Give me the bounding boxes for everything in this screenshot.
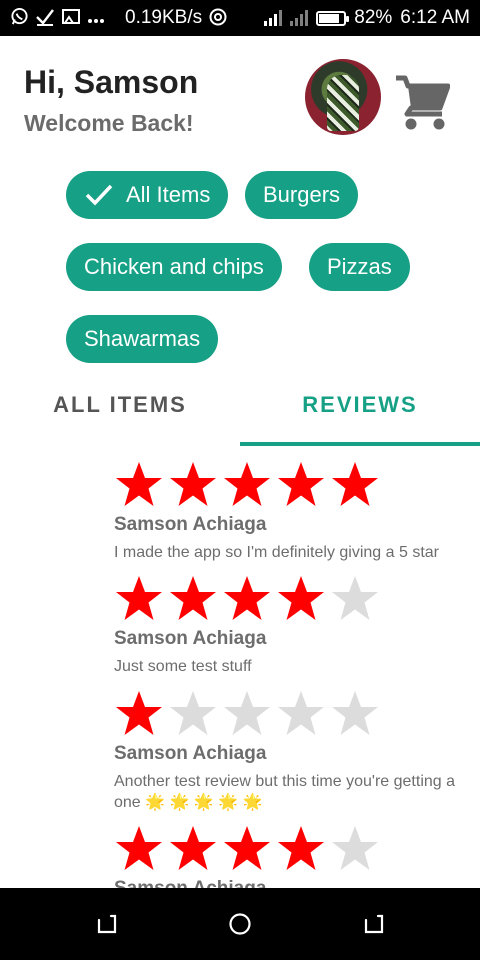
hotspot-icon	[208, 7, 228, 30]
star-filled-icon	[224, 826, 270, 870]
star-filled-icon	[224, 462, 270, 506]
star-filled-icon	[278, 826, 324, 870]
star-empty-icon	[278, 691, 324, 735]
chip-label: All Items	[126, 182, 211, 207]
chip-burgers[interactable]: Burgers	[245, 171, 359, 219]
chip-chicken-and-chips[interactable]: Chicken and chips	[66, 243, 282, 291]
reviewer-name: Samson Achiaga	[114, 514, 267, 535]
reviewer-name: Samson Achiaga	[114, 878, 474, 888]
chip-label: Pizzas	[327, 254, 392, 279]
star-filled-icon	[116, 691, 162, 735]
signal-icon-2	[290, 10, 309, 26]
review-item: Samson Achiaga Another test review but t…	[114, 689, 474, 813]
whatsapp-icon	[10, 7, 29, 29]
star-filled-icon	[170, 576, 216, 620]
review-text: Another test review but this time you're…	[114, 773, 456, 811]
star-empty-icon	[332, 826, 378, 870]
star-filled-icon	[170, 462, 216, 506]
status-left-icons: 0.19KB/s	[10, 7, 228, 30]
home-icon[interactable]	[228, 912, 252, 936]
cast-icon	[61, 8, 81, 29]
rating-stars	[114, 689, 474, 739]
clock: 6:12 AM	[400, 7, 470, 28]
star-filled-icon	[116, 826, 162, 870]
check-icon	[84, 183, 114, 207]
status-right-icons: 82% 6:12 AM	[264, 7, 470, 29]
star-empty-icon	[170, 691, 216, 735]
star-filled-icon	[278, 576, 324, 620]
star-empty-icon	[224, 691, 270, 735]
chip-label: Shawarmas	[84, 326, 201, 351]
battery-percent: 82%	[354, 7, 393, 28]
rating-stars	[114, 824, 474, 874]
rating-stars	[114, 460, 474, 510]
review-text: I made the app so I'm definitely giving …	[114, 544, 440, 561]
back-icon[interactable]	[362, 912, 386, 936]
star-empty-icon	[332, 576, 378, 620]
review-item: Samson Achiaga Just some test stuff	[114, 574, 474, 677]
battery-icon	[316, 10, 350, 26]
recent-apps-icon[interactable]	[95, 912, 119, 936]
star-filled-icon	[116, 462, 162, 506]
reviewer-name: Samson Achiaga	[114, 743, 267, 764]
shopping-cart-icon[interactable]	[394, 74, 451, 132]
navigation-bar	[0, 888, 480, 960]
tab-all-items[interactable]: ALL ITEMS	[0, 392, 240, 432]
chip-label: Chicken and chips	[84, 254, 264, 279]
check-icon	[35, 8, 55, 29]
star-filled-icon	[332, 462, 378, 506]
greeting-title: Hi, Samson	[24, 64, 199, 100]
review-item: Samson Achiaga I made the app so I'm def…	[114, 460, 474, 563]
network-speed: 0.19KB/s	[125, 7, 203, 28]
avatar[interactable]	[305, 59, 381, 135]
star-filled-icon	[278, 462, 324, 506]
star-empty-icon	[332, 691, 378, 735]
review-text: Just some test stuff	[114, 658, 252, 675]
chip-pizzas[interactable]: Pizzas	[309, 243, 410, 291]
more-dots-icon	[87, 9, 105, 27]
signal-icon	[264, 10, 283, 26]
chip-shawarmas[interactable]: Shawarmas	[66, 315, 219, 363]
star-filled-icon	[116, 576, 162, 620]
chip-all-items[interactable]: All Items	[66, 171, 229, 219]
star-filled-icon	[224, 576, 270, 620]
rating-stars	[114, 574, 474, 624]
chip-label: Burgers	[263, 182, 341, 207]
review-list[interactable]: Samson Achiaga I made the app so I'm def…	[0, 446, 480, 888]
tab-reviews[interactable]: REVIEWS	[240, 392, 480, 432]
star-filled-icon	[170, 826, 216, 870]
review-item: Samson Achiaga	[114, 824, 474, 888]
reviewer-name: Samson Achiaga	[114, 628, 267, 649]
welcome-subtitle: Welcome Back!	[24, 110, 194, 136]
status-bar: 0.19KB/s 82% 6:12 AM	[0, 0, 480, 36]
